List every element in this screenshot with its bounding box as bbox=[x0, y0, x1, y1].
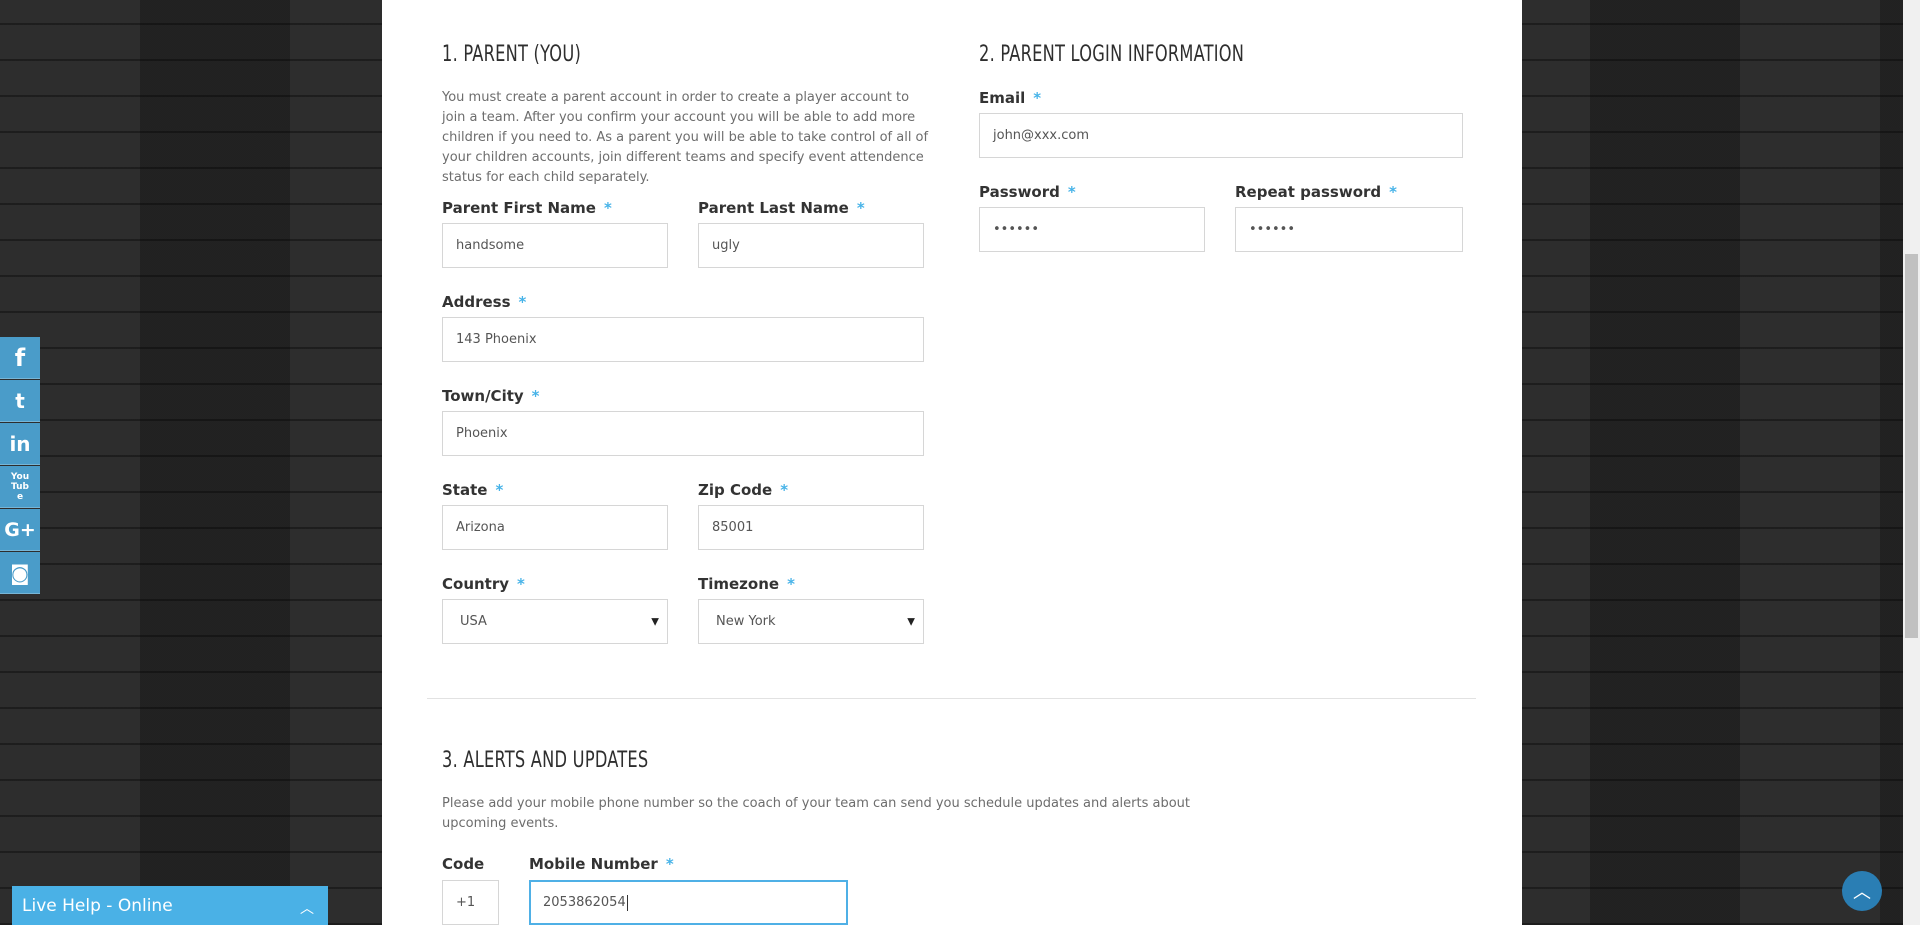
city-label: Town/City * bbox=[442, 387, 540, 405]
section-alerts-description: Please add your mobile phone number so t… bbox=[442, 796, 1191, 831]
linkedin-icon: in bbox=[9, 431, 31, 456]
last-name-label: Parent Last Name * bbox=[698, 199, 865, 217]
password-field[interactable]: •••••• bbox=[979, 207, 1205, 252]
section-parent-title: 1. PARENT (YOU) bbox=[442, 42, 582, 67]
phone-code-field[interactable]: +1 bbox=[442, 880, 499, 925]
twitter-button[interactable]: t bbox=[0, 380, 40, 422]
first-name-label: Parent First Name * bbox=[442, 199, 612, 217]
state-label: State * bbox=[442, 481, 504, 499]
address-field[interactable]: 143 Phoenix bbox=[442, 317, 924, 362]
youtube-icon: You Tube bbox=[10, 471, 30, 502]
chevron-up-icon: ︿ bbox=[1853, 882, 1871, 903]
back-to-top-button[interactable]: ︿ bbox=[1842, 871, 1882, 911]
facebook-button[interactable]: f bbox=[0, 337, 40, 379]
password-label: Password * bbox=[979, 183, 1076, 201]
section-alerts-title: 3. ALERTS AND UPDATES bbox=[442, 748, 649, 773]
repeat-password-field[interactable]: •••••• bbox=[1235, 207, 1463, 252]
zip-code-label: Zip Code * bbox=[698, 481, 789, 499]
chevron-up-icon: ︿ bbox=[300, 901, 314, 917]
last-name-field[interactable]: ugly bbox=[698, 223, 924, 268]
email-label: Email * bbox=[979, 89, 1042, 107]
email-field[interactable]: john@xxx.com bbox=[979, 113, 1463, 158]
country-label: Country * bbox=[442, 575, 525, 593]
section-parent-description: You must create a parent account in orde… bbox=[442, 90, 929, 185]
section-divider bbox=[427, 698, 1476, 699]
address-label: Address * bbox=[442, 293, 527, 311]
google-plus-button[interactable]: G+ bbox=[0, 509, 40, 551]
chevron-down-icon: ▼ bbox=[651, 616, 659, 627]
facebook-icon: f bbox=[14, 343, 26, 372]
zip-code-field[interactable]: 85001 bbox=[698, 505, 924, 550]
first-name-field[interactable]: handsome bbox=[442, 223, 668, 268]
youtube-button[interactable]: You Tube bbox=[0, 466, 40, 508]
timezone-label: Timezone * bbox=[698, 575, 795, 593]
linkedin-button[interactable]: in bbox=[0, 423, 40, 465]
city-field[interactable]: Phoenix bbox=[442, 411, 924, 456]
live-help-label: Live Help - Online bbox=[22, 895, 173, 916]
mobile-number-field[interactable]: 2053862054 bbox=[529, 880, 848, 925]
page-scrollbar[interactable] bbox=[1903, 0, 1920, 925]
text-cursor bbox=[626, 894, 628, 911]
instagram-button[interactable]: ◙ bbox=[0, 552, 40, 594]
instagram-icon: ◙ bbox=[10, 560, 30, 585]
live-help-bar[interactable]: Live Help - Online ︿ bbox=[12, 886, 328, 925]
scrollbar-thumb[interactable] bbox=[1905, 254, 1918, 638]
chevron-down-icon: ▼ bbox=[907, 616, 915, 627]
twitter-icon: t bbox=[15, 388, 25, 413]
section-login-title: 2. PARENT LOGIN INFORMATION bbox=[979, 42, 1245, 67]
timezone-select[interactable]: New York ▼ bbox=[698, 599, 924, 644]
mobile-number-label: Mobile Number * bbox=[529, 855, 674, 873]
repeat-password-label: Repeat password * bbox=[1235, 183, 1398, 201]
state-field[interactable]: Arizona bbox=[442, 505, 668, 550]
code-label: Code bbox=[442, 855, 485, 873]
registration-form-panel: 1. PARENT (YOU) You must create a parent… bbox=[382, 0, 1522, 925]
country-select[interactable]: USA ▼ bbox=[442, 599, 668, 644]
google-plus-icon: G+ bbox=[4, 518, 36, 541]
